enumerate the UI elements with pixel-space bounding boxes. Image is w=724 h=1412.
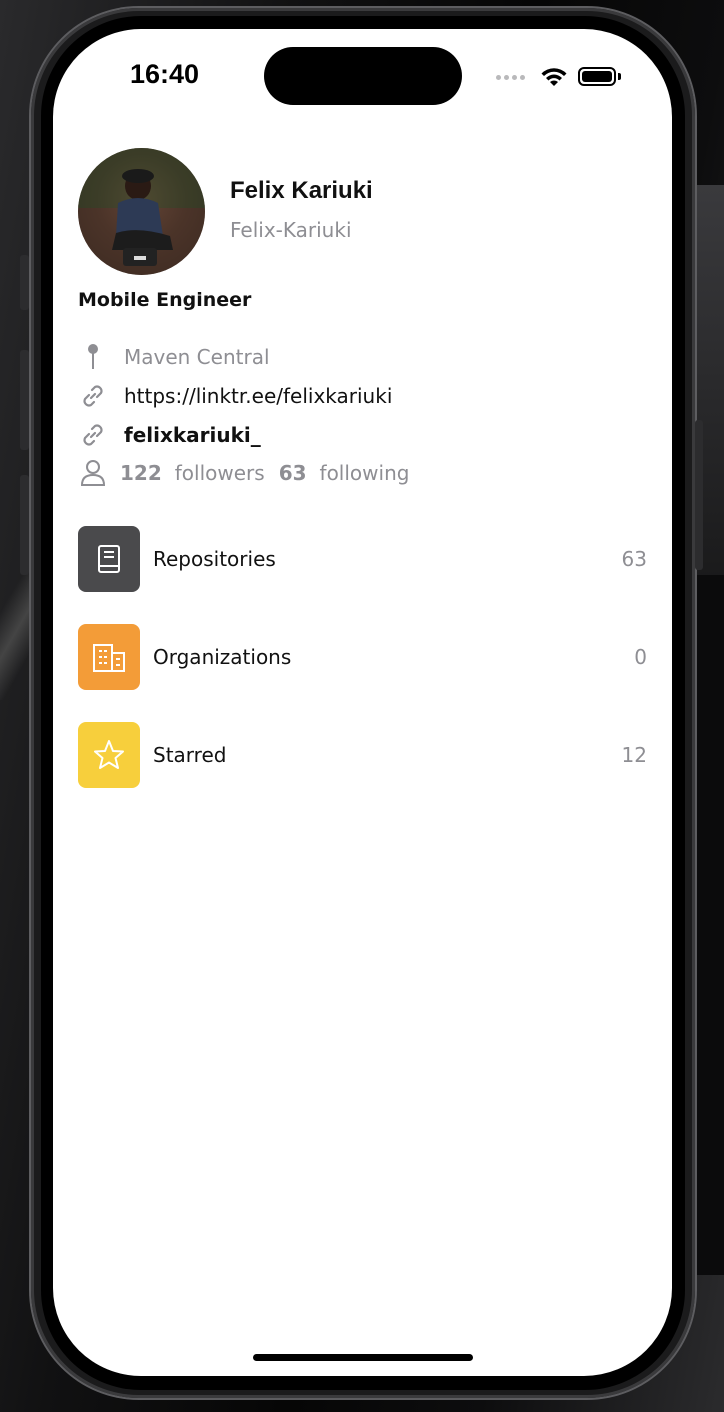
following-count[interactable]: 63 [279,461,307,485]
repositories-tile [78,526,140,592]
battery-cap [618,73,621,80]
book-icon [98,545,120,573]
menu-item-label: Repositories [153,547,276,571]
menu-item-organizations[interactable]: Organizations 0 [78,624,647,690]
signal-icon [496,75,525,80]
menu-item-starred[interactable]: Starred 12 [78,722,647,788]
power-button [695,420,703,570]
building-icon [93,644,125,672]
status-icons [496,65,626,89]
background-panel [690,575,724,1275]
star-icon [94,740,124,769]
mute-switch [20,255,29,310]
pin-icon [78,342,108,372]
blog-row[interactable]: https://linktr.ee/felixkariuki [78,381,392,411]
profile-bio: Mobile Engineer [78,289,252,311]
link-icon [78,420,108,450]
menu-item-label: Starred [153,743,227,767]
avatar-image [78,148,205,275]
followers-label[interactable]: followers [175,461,265,485]
starred-tile [78,722,140,788]
menu-item-label: Organizations [153,645,292,669]
twitter-handle[interactable]: felixkariuki_ [124,423,261,447]
avatar[interactable] [78,148,205,275]
follow-row: 122 followers 63 following [78,458,423,488]
app-screen: 16:40 Felix Kariuki Felix-Kariuki Mobile… [53,29,672,1376]
volume-down-button [20,475,29,575]
menu-item-count: 63 [621,547,647,571]
profile-login: Felix-Kariuki [230,218,352,242]
dynamic-island [264,47,462,105]
wifi-icon [541,68,567,86]
location-row: Maven Central [78,342,270,372]
twitter-row[interactable]: felixkariuki_ [78,420,261,450]
volume-up-button [20,350,29,450]
followers-count[interactable]: 122 [120,461,162,485]
battery-icon [578,67,616,86]
link-icon [78,381,108,411]
menu-item-count: 12 [621,743,647,767]
home-indicator[interactable] [253,1354,473,1361]
profile-name: Felix Kariuki [230,177,373,204]
status-time: 16:40 [130,59,200,89]
location-text: Maven Central [124,345,270,369]
person-icon [78,458,108,488]
menu-item-count: 0 [634,645,647,669]
blog-link[interactable]: https://linktr.ee/felixkariuki [124,384,392,408]
following-label[interactable]: following [320,461,410,485]
menu-item-repositories[interactable]: Repositories 63 [78,526,647,592]
organizations-tile [78,624,140,690]
